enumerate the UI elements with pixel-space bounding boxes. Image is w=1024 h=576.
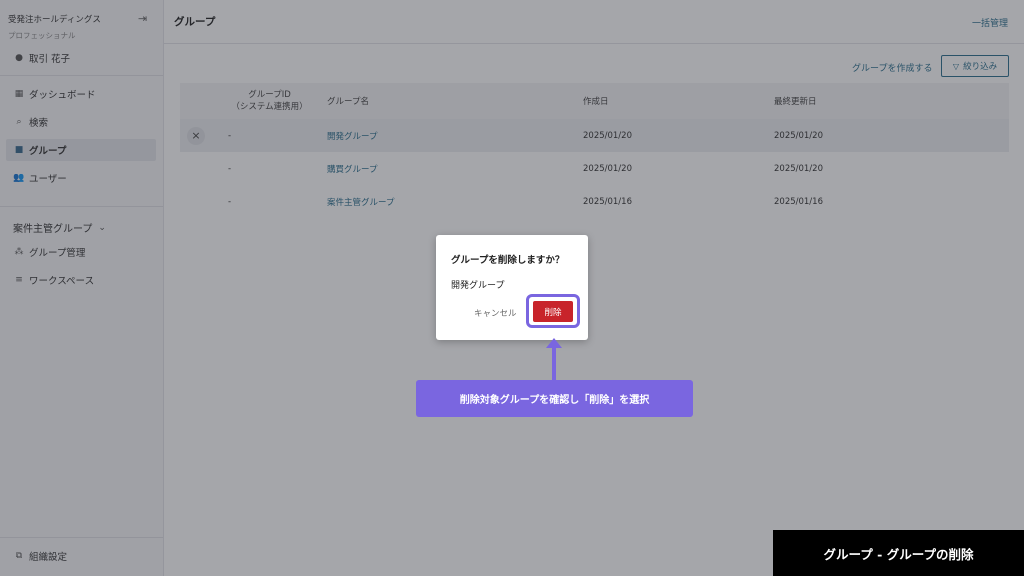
step-caption: グループ - グループの削除 [773,530,1024,576]
callout-connector [552,345,556,381]
delete-group-dialog: グループを削除しますか？ 開発グループ キャンセル 削除 [436,235,588,340]
delete-button[interactable]: 削除 [533,301,573,322]
cancel-button[interactable]: キャンセル [474,307,517,319]
instruction-callout: 削除対象グループを確認し「削除」を選択 [416,380,693,417]
dialog-group-name: 開発グループ [451,281,505,291]
dialog-title: グループを削除しますか？ [451,255,565,266]
